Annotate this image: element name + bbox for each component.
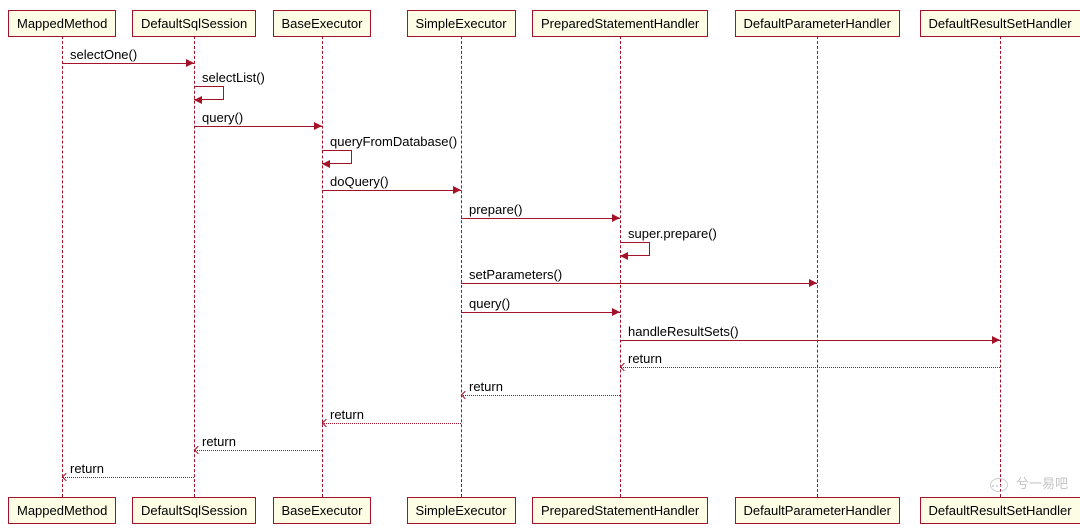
arrow-icon bbox=[809, 279, 817, 287]
call-msg bbox=[620, 340, 1000, 341]
return-msg bbox=[62, 477, 194, 478]
return-msg bbox=[620, 367, 1000, 368]
participant-MappedMethod: MappedMethod bbox=[8, 497, 116, 524]
participant-DefaultResultSetHandler: DefaultResultSetHandler bbox=[920, 10, 1080, 37]
arrow-icon bbox=[322, 419, 330, 427]
participant-DefaultParameterHandler: DefaultParameterHandler bbox=[735, 497, 900, 524]
msg-label: selectOne() bbox=[70, 47, 137, 62]
lifeline-DefaultParameterHandler bbox=[817, 36, 818, 497]
arrow-icon bbox=[194, 446, 202, 454]
lifeline-SimpleExecutor bbox=[461, 36, 462, 497]
participant-BaseExecutor: BaseExecutor bbox=[273, 10, 372, 37]
msg-label: return bbox=[330, 407, 364, 422]
msg-label: return bbox=[202, 434, 236, 449]
arrow-icon bbox=[620, 252, 628, 260]
arrow-icon bbox=[194, 96, 202, 104]
call-msg bbox=[461, 283, 817, 284]
watermark-text: 兮一易吧 bbox=[1016, 476, 1068, 491]
return-msg bbox=[194, 450, 322, 451]
call-msg bbox=[461, 312, 620, 313]
participant-MappedMethod: MappedMethod bbox=[8, 10, 116, 37]
participant-DefaultSqlSession: DefaultSqlSession bbox=[132, 10, 256, 37]
watermark: 兮一易吧 bbox=[990, 473, 1068, 492]
participant-PreparedStatementHandler: PreparedStatementHandler bbox=[532, 497, 708, 524]
participant-SimpleExecutor: SimpleExecutor bbox=[407, 497, 516, 524]
participant-PreparedStatementHandler: PreparedStatementHandler bbox=[532, 10, 708, 37]
participant-BaseExecutor: BaseExecutor bbox=[273, 497, 372, 524]
arrow-icon bbox=[461, 391, 469, 399]
return-msg bbox=[322, 423, 461, 424]
arrow-icon bbox=[620, 363, 628, 371]
lifeline-BaseExecutor bbox=[322, 36, 323, 497]
call-msg bbox=[461, 218, 620, 219]
msg-label: super.prepare() bbox=[628, 226, 717, 241]
call-msg bbox=[322, 190, 461, 191]
arrow-icon bbox=[322, 160, 330, 168]
return-msg bbox=[461, 395, 620, 396]
call-msg bbox=[62, 63, 194, 64]
msg-label: query() bbox=[469, 296, 510, 311]
lifeline-DefaultSqlSession bbox=[194, 36, 195, 497]
msg-label: query() bbox=[202, 110, 243, 125]
msg-label: handleResultSets() bbox=[628, 324, 739, 339]
arrow-icon bbox=[453, 186, 461, 194]
participant-DefaultResultSetHandler: DefaultResultSetHandler bbox=[920, 497, 1080, 524]
arrow-icon bbox=[612, 308, 620, 316]
arrow-icon bbox=[992, 336, 1000, 344]
msg-label: prepare() bbox=[469, 202, 522, 217]
lifeline-PreparedStatementHandler bbox=[620, 36, 621, 497]
participant-SimpleExecutor: SimpleExecutor bbox=[407, 10, 516, 37]
call-msg bbox=[194, 126, 322, 127]
msg-label: setParameters() bbox=[469, 267, 562, 282]
participant-DefaultParameterHandler: DefaultParameterHandler bbox=[735, 10, 900, 37]
msg-label: selectList() bbox=[202, 70, 265, 85]
msg-label: return bbox=[70, 461, 104, 476]
arrow-icon bbox=[612, 214, 620, 222]
arrow-icon bbox=[314, 122, 322, 130]
lifeline-DefaultResultSetHandler bbox=[1000, 36, 1001, 497]
participant-DefaultSqlSession: DefaultSqlSession bbox=[132, 497, 256, 524]
lifeline-MappedMethod bbox=[62, 36, 63, 497]
msg-label: queryFromDatabase() bbox=[330, 134, 457, 149]
msg-label: doQuery() bbox=[330, 174, 389, 189]
msg-label: return bbox=[628, 351, 662, 366]
arrow-icon bbox=[186, 59, 194, 67]
arrow-icon bbox=[62, 473, 70, 481]
msg-label: return bbox=[469, 379, 503, 394]
